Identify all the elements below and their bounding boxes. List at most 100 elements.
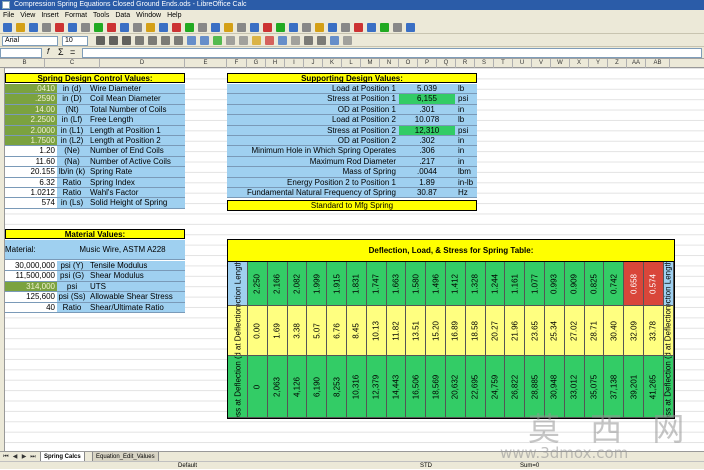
format-button-icon[interactable]	[109, 36, 118, 45]
menu-insert[interactable]: Insert	[38, 10, 62, 21]
next-sheet-icon[interactable]: ▶	[20, 453, 28, 461]
toolbar-button-icon[interactable]	[159, 23, 168, 32]
toolbar-button-icon[interactable]	[328, 23, 337, 32]
toolbar-button-icon[interactable]	[250, 23, 259, 32]
toolbar-button-icon[interactable]	[289, 23, 298, 32]
format-button-icon[interactable]	[343, 36, 352, 45]
column-header[interactable]: Q	[437, 59, 456, 68]
column-header[interactable]: R	[456, 59, 475, 68]
first-sheet-icon[interactable]: ⏮	[2, 453, 10, 461]
column-header[interactable]: T	[494, 59, 513, 68]
format-button-icon[interactable]	[213, 36, 222, 45]
toolbar-button-icon[interactable]	[302, 23, 311, 32]
toolbar-button-icon[interactable]	[185, 23, 194, 32]
toolbar-button-icon[interactable]	[393, 23, 402, 32]
format-button-icon[interactable]	[174, 36, 183, 45]
format-button-icon[interactable]	[278, 36, 287, 45]
column-header[interactable]: Z	[608, 59, 627, 68]
column-header[interactable]: AA	[627, 59, 646, 68]
format-button-icon[interactable]	[122, 36, 131, 45]
font-size-box[interactable]: 10	[62, 36, 88, 46]
column-header[interactable]: L	[342, 59, 361, 68]
column-header[interactable]: K	[323, 59, 342, 68]
column-header[interactable]: G	[247, 59, 266, 68]
toolbar-button-icon[interactable]	[211, 23, 220, 32]
toolbar-button-icon[interactable]	[68, 23, 77, 32]
toolbar-button-icon[interactable]	[16, 23, 25, 32]
toolbar-button-icon[interactable]	[133, 23, 142, 32]
toolbar-button-icon[interactable]	[107, 23, 116, 32]
toolbar-button-icon[interactable]	[237, 23, 246, 32]
spreadsheet-grid[interactable]: Spring Design Control Values: .0410 in (d…	[5, 68, 704, 451]
toolbar-button-icon[interactable]	[3, 23, 12, 32]
column-header[interactable]: B	[5, 59, 45, 68]
toolbar-button-icon[interactable]	[94, 23, 103, 32]
format-button-icon[interactable]	[304, 36, 313, 45]
column-header[interactable]: S	[475, 59, 494, 68]
name-box[interactable]	[0, 48, 42, 58]
column-header[interactable]: C	[45, 59, 100, 68]
font-name-box[interactable]: Arial	[2, 36, 58, 46]
column-header[interactable]: I	[285, 59, 304, 68]
prev-sheet-icon[interactable]: ◀	[11, 453, 19, 461]
format-button-icon[interactable]	[187, 36, 196, 45]
toolbar-button-icon[interactable]	[276, 23, 285, 32]
toolbar-button-icon[interactable]	[263, 23, 272, 32]
column-header[interactable]: M	[361, 59, 380, 68]
column-header[interactable]: Y	[589, 59, 608, 68]
toolbar-button-icon[interactable]	[315, 23, 324, 32]
toolbar-button-icon[interactable]	[341, 23, 350, 32]
toolbar-button-icon[interactable]	[42, 23, 51, 32]
menu-window[interactable]: Window	[133, 10, 164, 21]
format-button-icon[interactable]	[291, 36, 300, 45]
control-unit: in (Lf)	[57, 115, 87, 126]
column-header[interactable]: H	[266, 59, 285, 68]
function-wizard-icon[interactable]: f	[47, 47, 49, 56]
column-header[interactable]: X	[570, 59, 589, 68]
menu-format[interactable]: Format	[62, 10, 90, 21]
menu-view[interactable]: View	[17, 10, 38, 21]
toolbar-button-icon[interactable]	[406, 23, 415, 32]
column-header[interactable]: F	[227, 59, 247, 68]
menu-data[interactable]: Data	[112, 10, 133, 21]
menu-file[interactable]: File	[0, 10, 17, 21]
toolbar-button-icon[interactable]	[146, 23, 155, 32]
column-header[interactable]: P	[418, 59, 437, 68]
equals-icon[interactable]: =	[70, 47, 75, 57]
menu-help[interactable]: Help	[164, 10, 184, 21]
toolbar-button-icon[interactable]	[120, 23, 129, 32]
toolbar-button-icon[interactable]	[354, 23, 363, 32]
format-button-icon[interactable]	[330, 36, 339, 45]
toolbar-button-icon[interactable]	[55, 23, 64, 32]
column-header[interactable]: U	[513, 59, 532, 68]
formula-input[interactable]	[82, 48, 702, 58]
column-header[interactable]: J	[304, 59, 323, 68]
format-button-icon[interactable]	[148, 36, 157, 45]
column-header[interactable]: O	[399, 59, 418, 68]
toolbar-button-icon[interactable]	[198, 23, 207, 32]
format-button-icon[interactable]	[200, 36, 209, 45]
column-header[interactable]: AB	[646, 59, 670, 68]
toolbar-button-icon[interactable]	[81, 23, 90, 32]
column-header[interactable]: E	[185, 59, 227, 68]
last-sheet-icon[interactable]: ⏭	[29, 453, 37, 461]
format-button-icon[interactable]	[96, 36, 105, 45]
column-header[interactable]: D	[100, 59, 185, 68]
column-header[interactable]: N	[380, 59, 399, 68]
toolbar-button-icon[interactable]	[172, 23, 181, 32]
format-button-icon[interactable]	[265, 36, 274, 45]
format-button-icon[interactable]	[161, 36, 170, 45]
format-button-icon[interactable]	[226, 36, 235, 45]
menu-tools[interactable]: Tools	[90, 10, 112, 21]
column-header[interactable]: V	[532, 59, 551, 68]
format-button-icon[interactable]	[239, 36, 248, 45]
toolbar-button-icon[interactable]	[29, 23, 38, 32]
format-button-icon[interactable]	[135, 36, 144, 45]
format-button-icon[interactable]	[252, 36, 261, 45]
column-header[interactable]: W	[551, 59, 570, 68]
format-button-icon[interactable]	[317, 36, 326, 45]
toolbar-button-icon[interactable]	[224, 23, 233, 32]
sum-icon[interactable]: Σ	[58, 47, 64, 57]
toolbar-button-icon[interactable]	[367, 23, 376, 32]
toolbar-button-icon[interactable]	[380, 23, 389, 32]
